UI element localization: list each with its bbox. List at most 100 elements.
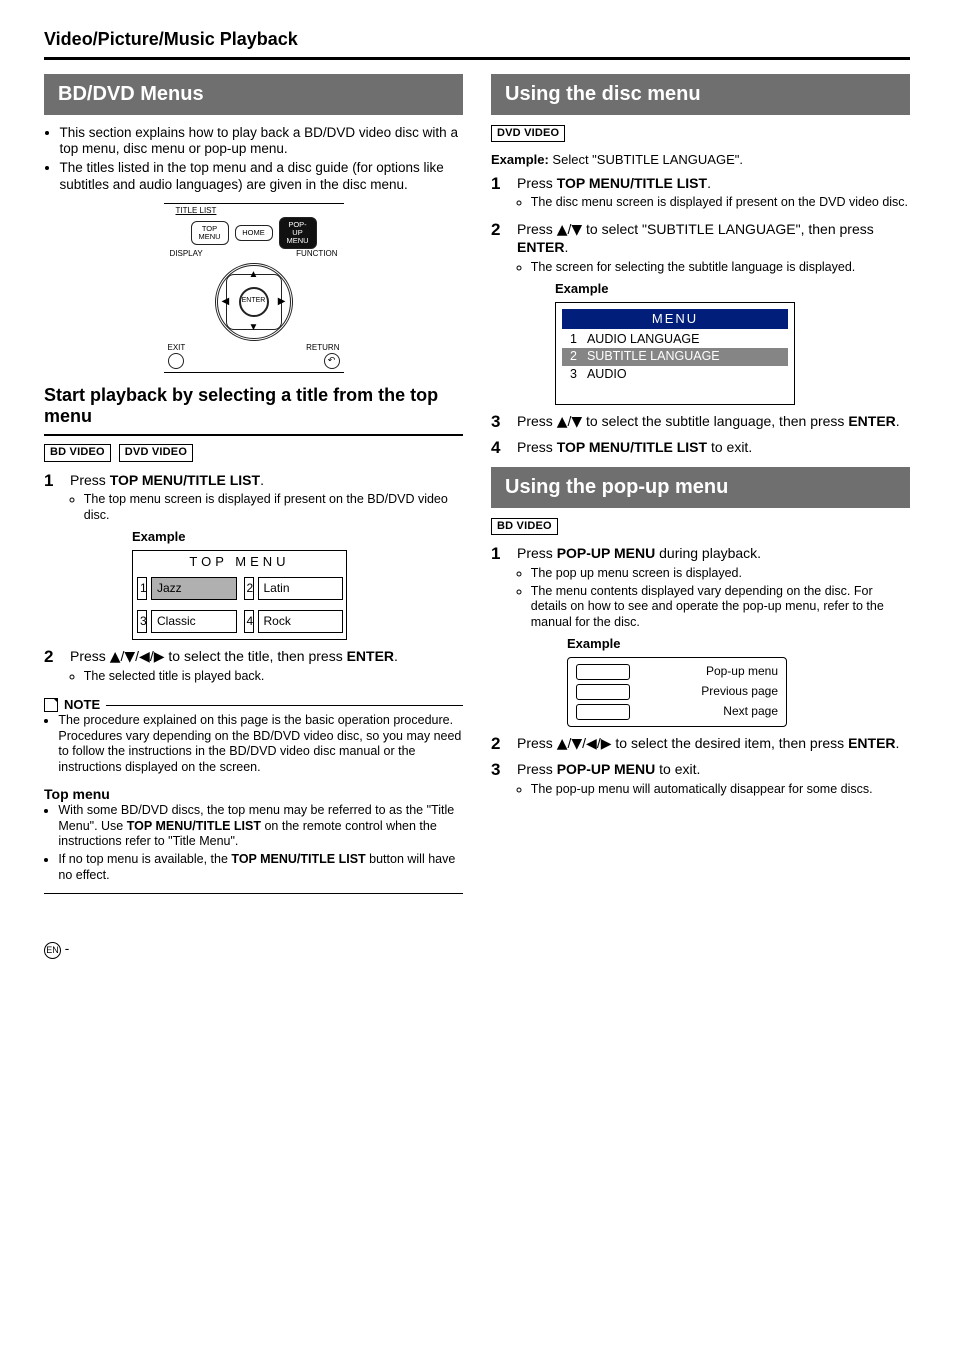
popup-swatch	[576, 704, 630, 720]
step-1: 1 Press TOP MENU/TITLE LIST. The disc me…	[491, 175, 910, 213]
text: to select the title, then press	[164, 648, 346, 664]
top-menu-bullets: With some BD/DVD discs, the top menu may…	[44, 803, 463, 883]
dpad-up-icon: ▲	[249, 269, 259, 282]
popup-row[interactable]: Previous page	[572, 682, 782, 702]
step-1: 1 Press POP-UP MENU during playback. The…	[491, 545, 910, 726]
popup-menu-example: Pop-up menu Previous page Next page	[567, 657, 787, 727]
language-mark: EN	[44, 942, 61, 959]
example-select-line: Example: Select "SUBTITLE LANGUAGE".	[491, 152, 910, 168]
text: Press	[517, 545, 557, 561]
remote-enter-text: ENTER	[242, 297, 266, 306]
text: during playback.	[655, 545, 761, 561]
key-name: ENTER	[347, 648, 394, 664]
remote-popup-menu-text: POP-UP MENU	[286, 220, 308, 245]
key-name: POP-UP MENU	[557, 545, 656, 561]
step-number: 1	[491, 175, 505, 213]
remote-home-text: HOME	[242, 228, 265, 237]
step-2-sub: The selected title is played back.	[84, 669, 463, 685]
remote-return-button[interactable]: ↶	[324, 353, 340, 369]
remote-enter-button[interactable]: ENTER	[239, 287, 269, 317]
top-menu-cell-num: 1	[137, 577, 147, 600]
top-menu-cell[interactable]: Latin	[258, 577, 344, 600]
text: Press	[70, 472, 110, 488]
dpad-right-icon: ▶	[278, 295, 286, 308]
step-1-text: Press TOP MENU/TITLE LIST.	[70, 472, 463, 490]
step-number: 2	[44, 648, 58, 687]
step-3-text: Press POP-UP MENU to exit.	[517, 761, 910, 779]
section-end-rule	[44, 893, 463, 894]
popup-row[interactable]: Next page	[572, 702, 782, 722]
top-menu-cell[interactable]: Rock	[258, 610, 344, 633]
popup-row-text: Previous page	[701, 684, 778, 699]
menu-row-text: AUDIO	[587, 367, 627, 383]
badge-bd-video: BD VIDEO	[491, 518, 558, 536]
remote-exit-button[interactable]	[168, 353, 184, 369]
arrow-up-icon: ▲	[557, 222, 568, 238]
menu-row-num: 1	[570, 332, 577, 348]
arrow-left-icon: ◀	[586, 736, 597, 752]
popup-swatch	[576, 684, 630, 700]
text: to select "SUBTITLE LANGUAGE", then pres…	[582, 221, 874, 237]
two-column-layout: BD/DVD Menus This section explains how t…	[44, 74, 910, 903]
key-name: TOP MENU/TITLE LIST	[127, 819, 261, 833]
top-menu-bullet: If no top menu is available, the TOP MEN…	[58, 852, 463, 883]
menu-row[interactable]: 1 AUDIO LANGUAGE	[556, 331, 794, 349]
text: Press	[517, 413, 557, 429]
remote-dpad[interactable]: ▲ ▼ ◀ ▶ ENTER	[211, 263, 297, 341]
arrow-down-icon: ▼	[571, 736, 582, 752]
page-footer: EN -	[44, 902, 910, 959]
text: to exit.	[655, 761, 700, 777]
step-number: 1	[491, 545, 505, 726]
note-heading: NOTE	[44, 697, 463, 713]
popup-row[interactable]: Pop-up menu	[572, 662, 782, 682]
footer-dash: -	[61, 941, 69, 956]
menu-row[interactable]: 3 AUDIO	[556, 366, 794, 384]
right-column: Using the disc menu DVD VIDEO Example: S…	[491, 74, 910, 903]
arrow-down-icon: ▼	[571, 222, 582, 238]
key-name: ENTER	[848, 735, 895, 751]
remote-home-button[interactable]: HOME	[235, 225, 273, 241]
badge-dvd-video: DVD VIDEO	[491, 125, 565, 143]
top-menu-cell-num: 2	[244, 577, 254, 600]
step-2-text: Press ▲/▼/◀/▶ to select the desired item…	[517, 735, 910, 754]
example-text: Select "SUBTITLE LANGUAGE".	[549, 152, 743, 167]
step-1-text: Press TOP MENU/TITLE LIST.	[517, 175, 910, 193]
arrow-left-icon: ◀	[139, 649, 150, 665]
arrow-down-icon: ▼	[571, 414, 582, 430]
dpad-down-icon: ▼	[249, 322, 259, 335]
disc-menu-steps: 1 Press TOP MENU/TITLE LIST. The disc me…	[491, 175, 910, 457]
top-menu-heading: Top menu	[44, 786, 463, 804]
remote-top-menu-button[interactable]: TOP MENU	[191, 221, 229, 245]
step-1-text: Press POP-UP MENU during playback.	[517, 545, 910, 563]
intro-bullet: The titles listed in the top menu and a …	[60, 160, 463, 194]
key-name: TOP MENU/TITLE LIST	[557, 439, 707, 455]
text: to exit.	[707, 439, 752, 455]
step-1: 1 Press TOP MENU/TITLE LIST. The top men…	[44, 472, 463, 640]
page-header-rule	[44, 57, 910, 60]
arrow-up-icon: ▲	[557, 414, 568, 430]
menu-row-num: 3	[570, 367, 577, 383]
top-menu-cell[interactable]: Jazz	[151, 577, 237, 600]
step-number: 3	[491, 761, 505, 799]
badge-bd-video: BD VIDEO	[44, 444, 111, 462]
text: If no top menu is available, the	[58, 852, 231, 866]
top-menu-cell[interactable]: Classic	[151, 610, 237, 633]
arrow-right-icon: ▶	[601, 736, 612, 752]
arrow-right-icon: ▶	[154, 649, 165, 665]
badge-dvd-video: DVD VIDEO	[119, 444, 193, 462]
step-3-text: Press ▲/▼ to select the subtitle languag…	[517, 413, 910, 432]
example-label: Example	[132, 529, 463, 545]
disc-menu-example: MENU 1 AUDIO LANGUAGE 2 SUBTITLE LANGUAG…	[555, 302, 795, 405]
key-name: POP-UP MENU	[557, 761, 656, 777]
menu-row-selected[interactable]: 2 SUBTITLE LANGUAGE	[562, 348, 788, 366]
text: Press	[517, 439, 557, 455]
key-name: TOP MENU/TITLE LIST	[110, 472, 260, 488]
return-icon: ↶	[328, 355, 336, 366]
remote-function-label: FUNCTION	[296, 249, 337, 259]
step-number: 3	[491, 413, 505, 432]
remote-popup-menu-button[interactable]: POP-UP MENU	[279, 217, 317, 249]
text: to select the subtitle language, then pr…	[582, 413, 848, 429]
section-title-using-popup-menu: Using the pop-up menu	[491, 467, 910, 508]
step-2: 2 Press ▲/▼/◀/▶ to select the desired it…	[491, 735, 910, 754]
step-4: 4 Press TOP MENU/TITLE LIST to exit.	[491, 439, 910, 457]
